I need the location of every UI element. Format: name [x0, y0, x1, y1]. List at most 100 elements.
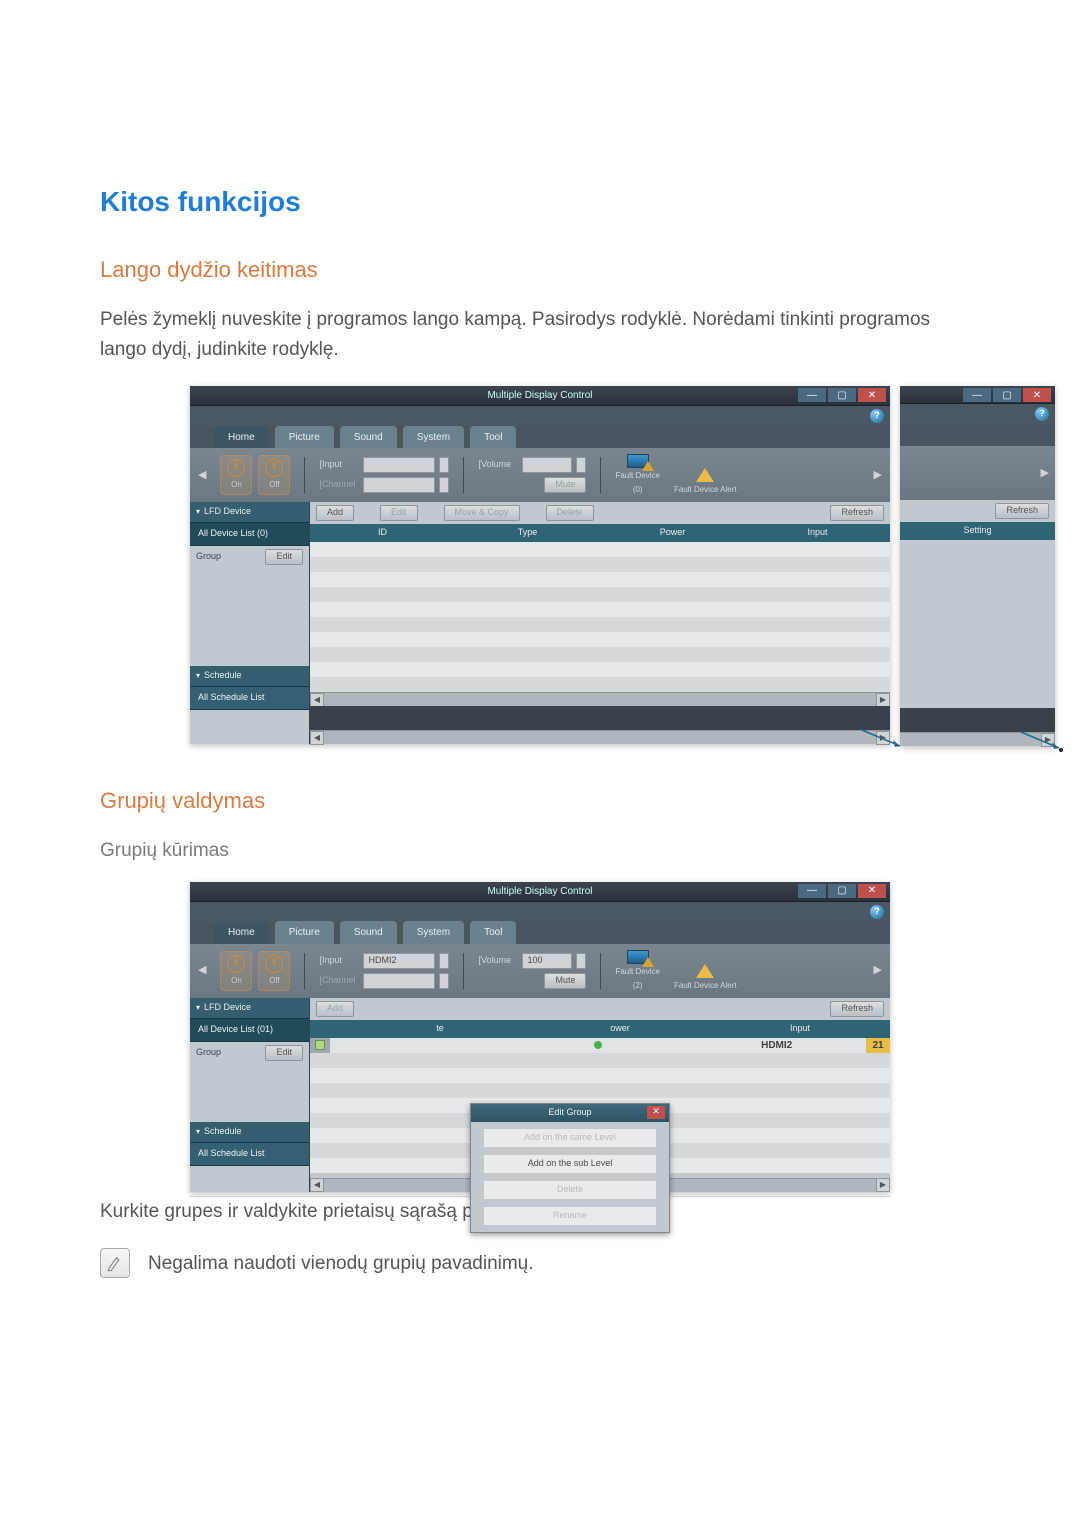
fault-alert-label: Fault Device Alert [674, 484, 737, 496]
row-num: 21 [866, 1038, 890, 1053]
channel-stepper-icon[interactable] [439, 973, 449, 989]
sidebar-lfd-header[interactable]: LFD Device [190, 502, 309, 522]
dialog-rename-button[interactable]: Rename [483, 1206, 657, 1226]
aux-nav-right-icon[interactable]: ▶ [1041, 465, 1049, 482]
aux-maximize-button[interactable]: ▢ [993, 388, 1021, 402]
h-scrollbar[interactable]: ◀ ▶ [310, 692, 890, 706]
sidebar-all-device[interactable]: All Device List (01) [190, 1018, 309, 1042]
tab-system[interactable]: System [403, 426, 464, 449]
col-input: Input [745, 526, 890, 540]
aux-refresh-button[interactable]: Refresh [995, 503, 1049, 519]
help-icon[interactable]: ? [870, 905, 884, 919]
move-copy-button[interactable]: Move & Copy [444, 505, 520, 521]
power-on-label: On [231, 479, 242, 491]
input-dropdown-icon[interactable] [439, 457, 449, 473]
tab-picture[interactable]: Picture [275, 921, 334, 944]
tab-home[interactable]: Home [214, 426, 269, 449]
input-field[interactable] [363, 457, 435, 473]
volume-stepper-icon[interactable] [576, 953, 586, 969]
tab-tool[interactable]: Tool [470, 921, 516, 944]
power-on-button[interactable]: On [220, 455, 252, 495]
sidebar-all-schedule[interactable]: All Schedule List [190, 686, 309, 710]
fault-device-indicator[interactable]: Fault Device (2) [615, 950, 659, 993]
mute-button[interactable]: Mute [544, 973, 586, 989]
aux-help-icon[interactable]: ? [1035, 407, 1049, 421]
scroll-right-icon[interactable]: ▶ [1041, 733, 1055, 747]
add-button[interactable]: Add [316, 1001, 354, 1017]
group-label: Group [196, 1046, 221, 1060]
power-off-label: Off [269, 975, 280, 987]
power-on-button[interactable]: On [220, 951, 252, 991]
power-off-button[interactable]: Off [258, 455, 290, 495]
volume-stepper-icon[interactable] [576, 457, 586, 473]
volume-field[interactable] [522, 457, 572, 473]
refresh-button[interactable]: Refresh [830, 1001, 884, 1017]
nav-right-icon[interactable]: ▶ [874, 467, 882, 484]
col-input: Input [710, 1022, 890, 1036]
group-edit-button[interactable]: Edit [265, 1045, 303, 1061]
tab-home[interactable]: Home [214, 921, 269, 944]
close-button[interactable]: ✕ [858, 884, 886, 898]
power-off-label: Off [269, 479, 280, 491]
tab-picture[interactable]: Picture [275, 426, 334, 449]
fault-alert-indicator[interactable]: Fault Device Alert [674, 964, 737, 992]
minimize-button[interactable]: — [798, 884, 826, 898]
tab-sound[interactable]: Sound [340, 426, 397, 449]
add-same-level-button[interactable]: Add on the same Level [483, 1128, 657, 1148]
aux-close-button[interactable]: ✕ [1023, 388, 1051, 402]
mute-button[interactable]: Mute [544, 477, 586, 493]
add-button[interactable]: Add [316, 505, 354, 521]
fault-device-count: (0) [633, 484, 643, 496]
section1-heading: Lango dydžio keitimas [100, 253, 980, 287]
power-off-button[interactable]: Off [258, 951, 290, 991]
sidebar-schedule-header[interactable]: Schedule [190, 1122, 309, 1142]
delete-button[interactable]: Delete [546, 505, 594, 521]
device-toolbar: Add Edit Move & Copy Delete Refresh [310, 502, 890, 524]
volume-field[interactable]: 100 [522, 953, 572, 969]
scroll-left-icon[interactable]: ◀ [310, 1178, 324, 1192]
volume-label: [Volume [478, 458, 518, 472]
refresh-button[interactable]: Refresh [830, 505, 884, 521]
nav-left-icon[interactable]: ◀ [198, 467, 206, 484]
minimize-button[interactable]: — [798, 388, 826, 402]
fault-device-indicator[interactable]: Fault Device (0) [615, 454, 659, 497]
scroll-right-icon[interactable]: ▶ [876, 693, 890, 707]
input-dropdown-icon[interactable] [439, 953, 449, 969]
sidebar-schedule-header[interactable]: Schedule [190, 666, 309, 686]
checkbox-icon[interactable] [315, 1040, 325, 1050]
edit-button[interactable]: Edit [380, 505, 418, 521]
tab-tool[interactable]: Tool [470, 426, 516, 449]
tab-system[interactable]: System [403, 921, 464, 944]
aux-minimize-button[interactable]: — [963, 388, 991, 402]
dialog-close-button[interactable]: ✕ [647, 1106, 665, 1119]
channel-field[interactable] [363, 973, 435, 989]
sidebar-all-schedule[interactable]: All Schedule List [190, 1142, 309, 1166]
channel-stepper-icon[interactable] [439, 477, 449, 493]
help-icon[interactable]: ? [870, 409, 884, 423]
group-edit-button[interactable]: Edit [265, 549, 303, 565]
dialog-delete-button[interactable]: Delete [483, 1180, 657, 1200]
input-field[interactable]: HDMI2 [363, 953, 435, 969]
device-column-header: ID Type Power Input [310, 524, 890, 542]
close-button[interactable]: ✕ [858, 388, 886, 402]
aux-h-scrollbar[interactable]: ▶ [900, 732, 1055, 746]
fault-alert-indicator[interactable]: Fault Device Alert [674, 468, 737, 496]
scroll-right-icon[interactable]: ▶ [876, 1178, 890, 1192]
scroll-right-icon[interactable]: ▶ [876, 731, 890, 745]
nav-left-icon[interactable]: ◀ [198, 962, 206, 979]
maximize-button[interactable]: ▢ [828, 884, 856, 898]
channel-label: [Channel [319, 478, 359, 492]
sidebar-lfd-header[interactable]: LFD Device [190, 998, 309, 1018]
note-text: Negalima naudoti vienodų grupių pavadini… [148, 1249, 534, 1278]
col-power: ower [530, 1022, 710, 1036]
input-label: [Input [319, 458, 359, 472]
scroll-left-icon[interactable]: ◀ [310, 731, 324, 745]
add-sub-level-button[interactable]: Add on the sub Level [483, 1154, 657, 1174]
channel-field[interactable] [363, 477, 435, 493]
h-scrollbar-2[interactable]: ◀ ▶ [310, 730, 890, 744]
maximize-button[interactable]: ▢ [828, 388, 856, 402]
nav-right-icon[interactable]: ▶ [874, 962, 882, 979]
sidebar-all-device[interactable]: All Device List (0) [190, 522, 309, 546]
scroll-left-icon[interactable]: ◀ [310, 693, 324, 707]
tab-sound[interactable]: Sound [340, 921, 397, 944]
